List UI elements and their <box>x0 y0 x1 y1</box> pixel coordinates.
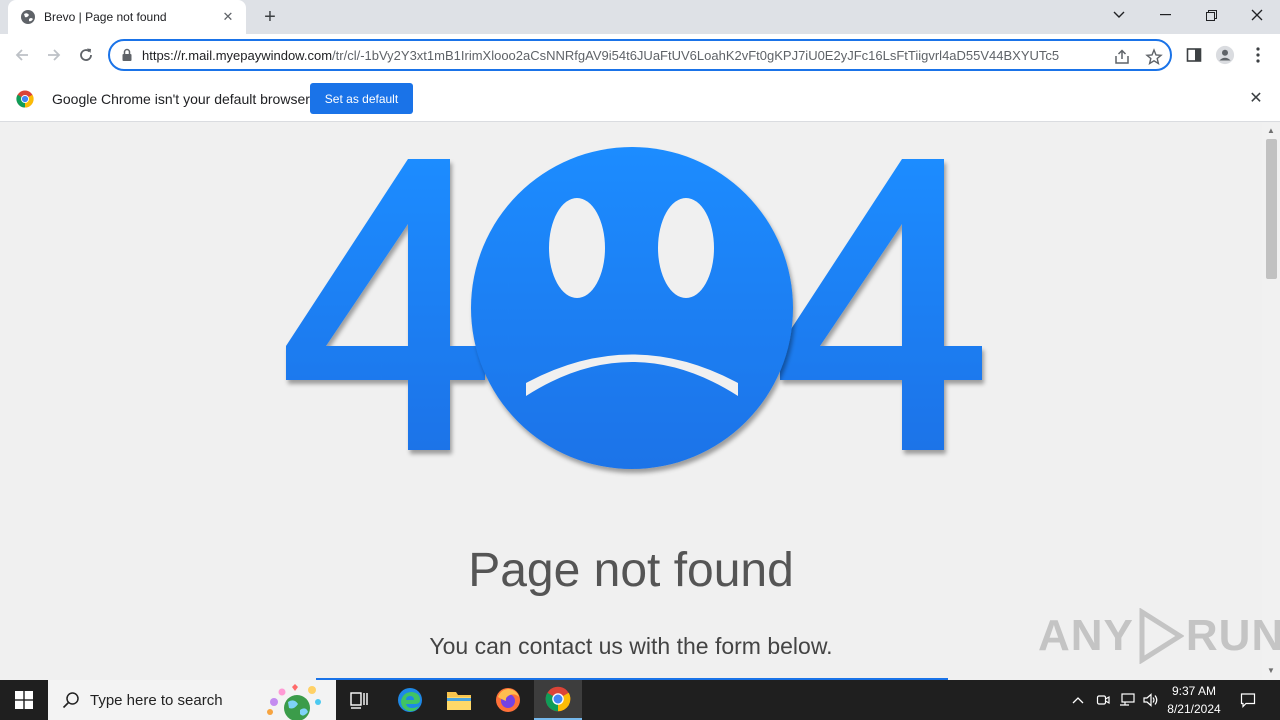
scroll-down-arrow-icon[interactable]: ▼ <box>1266 666 1276 676</box>
reload-icon <box>80 48 92 61</box>
search-icon <box>62 692 79 709</box>
search-placeholder: Type here to search <box>90 691 223 709</box>
infobar-message: Google Chrome isn't your default browser <box>52 91 310 107</box>
task-view-icon[interactable] <box>336 680 384 720</box>
globe-icon <box>21 10 35 24</box>
search-highlight-globe-icon <box>267 684 321 720</box>
clock-time: 9:37 AM <box>1171 684 1217 698</box>
meet-now-icon[interactable] <box>1093 680 1113 720</box>
edge-browser-icon[interactable] <box>386 680 434 720</box>
tab-title: Brevo | Page not found <box>44 10 167 24</box>
windows-logo-icon <box>15 691 33 709</box>
digit-four-right <box>780 159 982 450</box>
arrow-right-icon <box>48 49 61 61</box>
restore-button[interactable] <box>1188 0 1234 30</box>
set-as-default-button[interactable]: Set as default <box>310 83 413 114</box>
share-icon[interactable] <box>1113 48 1131 66</box>
chrome-logo-icon <box>16 90 34 108</box>
page-scrollbar[interactable]: ▲ ▼ <box>1262 123 1280 680</box>
page-title: Page not found <box>468 544 794 597</box>
start-button[interactable] <box>0 680 48 720</box>
url-path: /tr/cl/-1bVy2Y3xt1mB1IrimXlooo2aCsNNRfgA… <box>332 47 1060 63</box>
arrow-left-icon <box>15 49 28 61</box>
play-triangle-icon <box>1139 608 1184 664</box>
side-panel-icon[interactable] <box>1184 45 1204 65</box>
network-icon[interactable] <box>1117 680 1137 720</box>
profile-avatar-icon[interactable] <box>1215 45 1235 65</box>
address-bar[interactable]: https://r.mail.myepaywindow.com/tr/cl/-1… <box>108 39 1172 71</box>
taskbar-search-box[interactable]: Type here to search <box>48 680 336 720</box>
default-browser-infobar: Google Chrome isn't your default browser… <box>0 76 1280 122</box>
volume-icon[interactable] <box>1141 680 1161 720</box>
close-window-button[interactable] <box>1234 0 1280 30</box>
browser-toolbar: https://r.mail.myepaywindow.com/tr/cl/-1… <box>0 34 1280 76</box>
chrome-taskbar-icon[interactable] <box>534 680 582 720</box>
back-button[interactable] <box>8 41 36 69</box>
infobar-close-icon[interactable]: ✕ <box>1248 90 1264 107</box>
url-host: https://r.mail.myepaywindow.com <box>142 47 333 63</box>
taskbar-clock[interactable]: 9:37 AM 8/21/2024 <box>1160 682 1228 718</box>
reload-button[interactable] <box>72 41 100 69</box>
notifications-icon[interactable] <box>1234 680 1262 720</box>
page-content: Page not found You can contact us with t… <box>0 123 1262 680</box>
new-tab-button[interactable]: + <box>258 5 282 29</box>
tab-strip: Brevo | Page not found ✕ + <box>0 0 1280 34</box>
minimize-button[interactable] <box>1142 0 1188 30</box>
forward-button[interactable] <box>40 41 68 69</box>
sad-face-icon <box>471 147 793 469</box>
url-text: https://r.mail.myepaywindow.com/tr/cl/-1… <box>142 48 1108 63</box>
sad-404-illustration <box>286 147 982 469</box>
tray-chevron-up-icon[interactable] <box>1068 680 1088 720</box>
windows-taskbar: Type here to search 9:37 AM 8/21/2024 <box>0 680 1280 720</box>
anyrun-watermark: ANY RUN <box>1038 608 1280 664</box>
firefox-icon[interactable] <box>484 680 532 720</box>
tab-active[interactable]: Brevo | Page not found ✕ <box>8 0 246 34</box>
watermark-left: ANY <box>1038 611 1134 660</box>
file-explorer-icon[interactable] <box>435 680 483 720</box>
digit-four-left <box>286 159 485 450</box>
lock-icon <box>122 48 132 61</box>
watermark-right: RUN <box>1185 611 1280 660</box>
clock-date: 8/21/2024 <box>1167 702 1221 716</box>
bookmark-star-icon[interactable] <box>1145 48 1163 66</box>
scrollbar-thumb[interactable] <box>1266 139 1277 279</box>
scroll-up-arrow-icon[interactable]: ▲ <box>1266 126 1276 136</box>
tab-close-icon[interactable]: ✕ <box>220 9 236 25</box>
chrome-menu-icon[interactable] <box>1248 45 1268 65</box>
tab-search-chevron-icon[interactable] <box>1096 0 1142 30</box>
